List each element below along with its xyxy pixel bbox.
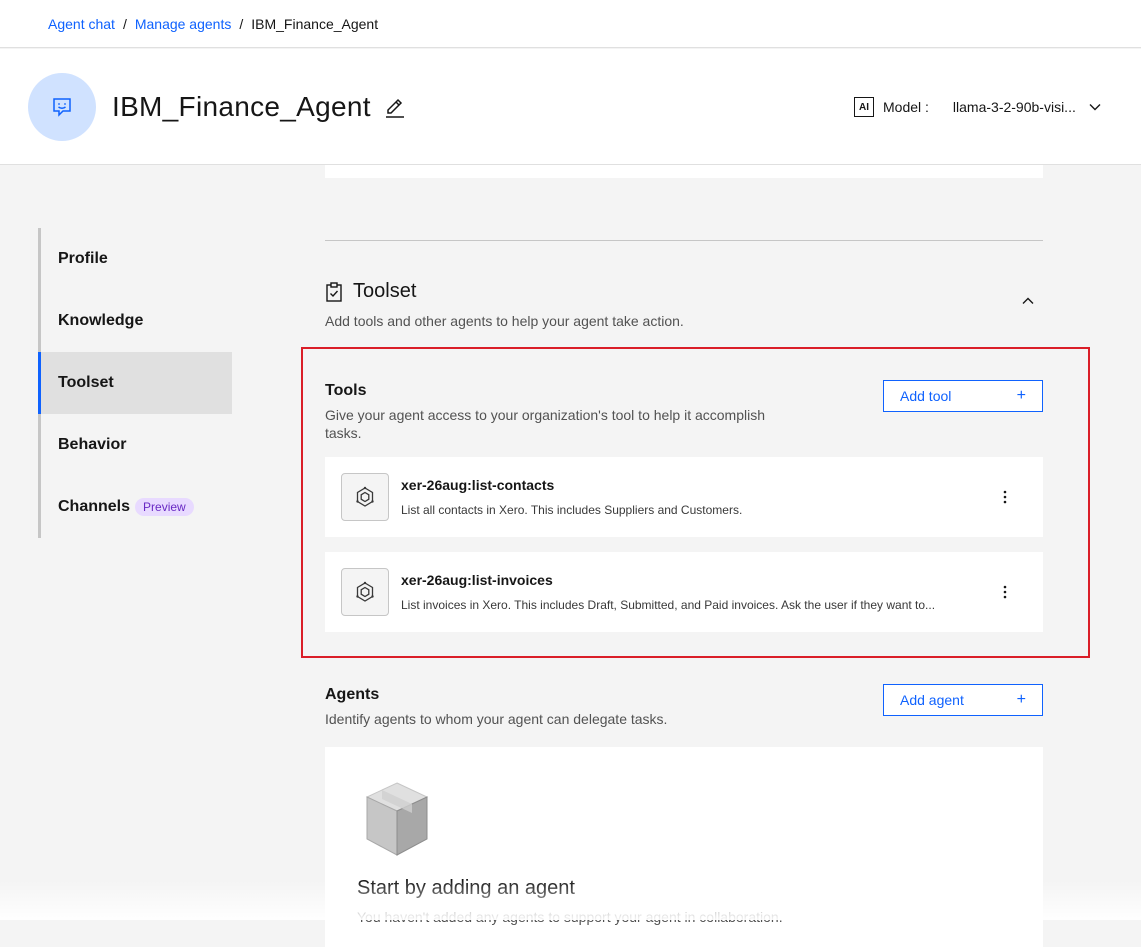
- overflow-menu-icon[interactable]: [995, 487, 1015, 507]
- sidebar-item-knowledge[interactable]: Knowledge: [41, 290, 232, 352]
- add-tool-label: Add tool: [900, 388, 952, 404]
- sidebar-item-profile[interactable]: Profile: [41, 228, 232, 290]
- sidebar-item-behavior[interactable]: Behavior: [41, 414, 232, 476]
- overflow-menu-icon[interactable]: [995, 582, 1015, 602]
- breadcrumb-current: IBM_Finance_Agent: [251, 15, 379, 32]
- tool-name: xer-26aug:list-invoices: [401, 572, 553, 588]
- model-selector-area: AI Model : llama-3-2-90b-visi...: [854, 95, 1102, 119]
- add-agent-label: Add agent: [900, 692, 964, 708]
- page-title: IBM_Finance_Agent: [112, 91, 371, 122]
- box-illustration-icon: [365, 782, 429, 856]
- add-agent-button[interactable]: Add agent +: [883, 684, 1043, 716]
- agents-description: Identify agents to whom your agent can d…: [325, 711, 668, 727]
- clipboard-check-icon: [326, 281, 342, 302]
- agents-title: Agents: [325, 686, 380, 703]
- sidebar-item-label: Behavior: [58, 436, 127, 453]
- chevron-up-icon[interactable]: [1021, 294, 1035, 308]
- toolset-description: Add tools and other agents to help your …: [325, 313, 684, 329]
- tool-row[interactable]: xer-26aug:list-contacts List all contact…: [325, 457, 1043, 537]
- agent-avatar: [28, 73, 96, 141]
- toolset-title: Toolset: [353, 280, 417, 302]
- plus-icon: +: [1016, 387, 1026, 404]
- tool-description: List all contacts in Xero. This includes…: [401, 503, 743, 517]
- chat-bot-icon: [53, 98, 71, 117]
- sidebar-item-label: Profile: [58, 250, 108, 267]
- sidebar-item-label: Channels: [58, 498, 131, 515]
- previous-section-card: [325, 165, 1043, 178]
- section-divider: [325, 240, 1043, 241]
- tool-description: List invoices in Xero. This includes Dra…: [401, 598, 936, 612]
- breadcrumb-separator: /: [122, 15, 127, 32]
- tool-hexagon-icon: [341, 473, 389, 521]
- breadcrumb-manage-agents[interactable]: Manage agents: [135, 16, 232, 32]
- plus-icon: +: [1016, 691, 1026, 708]
- sidebar-nav: Profile Knowledge Toolset Behavior Chann…: [38, 228, 232, 538]
- model-label: Model :: [883, 99, 929, 115]
- toolset-section-header: Toolset Add tools and other agents to he…: [325, 280, 1043, 329]
- ai-badge-icon: AI: [854, 97, 874, 117]
- model-dropdown[interactable]: llama-3-2-90b-visi...: [953, 99, 1102, 115]
- chevron-down-icon: [1089, 104, 1101, 111]
- agent-header: IBM_Finance_Agent AI Model : llama-3-2-9…: [0, 49, 1141, 165]
- sidebar-item-label: Knowledge: [58, 312, 144, 329]
- edit-icon[interactable]: [383, 96, 407, 120]
- breadcrumb-separator: /: [239, 15, 244, 32]
- tool-name: xer-26aug:list-contacts: [401, 477, 555, 493]
- breadcrumb-agent-chat[interactable]: Agent chat: [48, 16, 115, 32]
- empty-state-title: Start by adding an agent: [357, 877, 575, 899]
- tool-row[interactable]: xer-26aug:list-invoices List invoices in…: [325, 552, 1043, 632]
- tools-title: Tools: [325, 382, 367, 399]
- breadcrumb: Agent chat / Manage agents / IBM_Finance…: [0, 0, 1141, 48]
- model-value: llama-3-2-90b-visi...: [952, 99, 1076, 115]
- sidebar-item-channels[interactable]: Channels Preview: [41, 476, 232, 538]
- agents-empty-state: Start by adding an agent You haven't add…: [325, 747, 1043, 947]
- sidebar-item-label: Toolset: [58, 374, 114, 391]
- sidebar-item-toolset[interactable]: Toolset: [38, 352, 232, 414]
- preview-tag: Preview: [135, 498, 194, 516]
- empty-state-description: You haven't added any agents to support …: [357, 909, 783, 925]
- add-tool-button[interactable]: Add tool +: [883, 380, 1043, 412]
- tool-hexagon-icon: [341, 568, 389, 616]
- tools-description: Give your agent access to your organizat…: [325, 407, 766, 441]
